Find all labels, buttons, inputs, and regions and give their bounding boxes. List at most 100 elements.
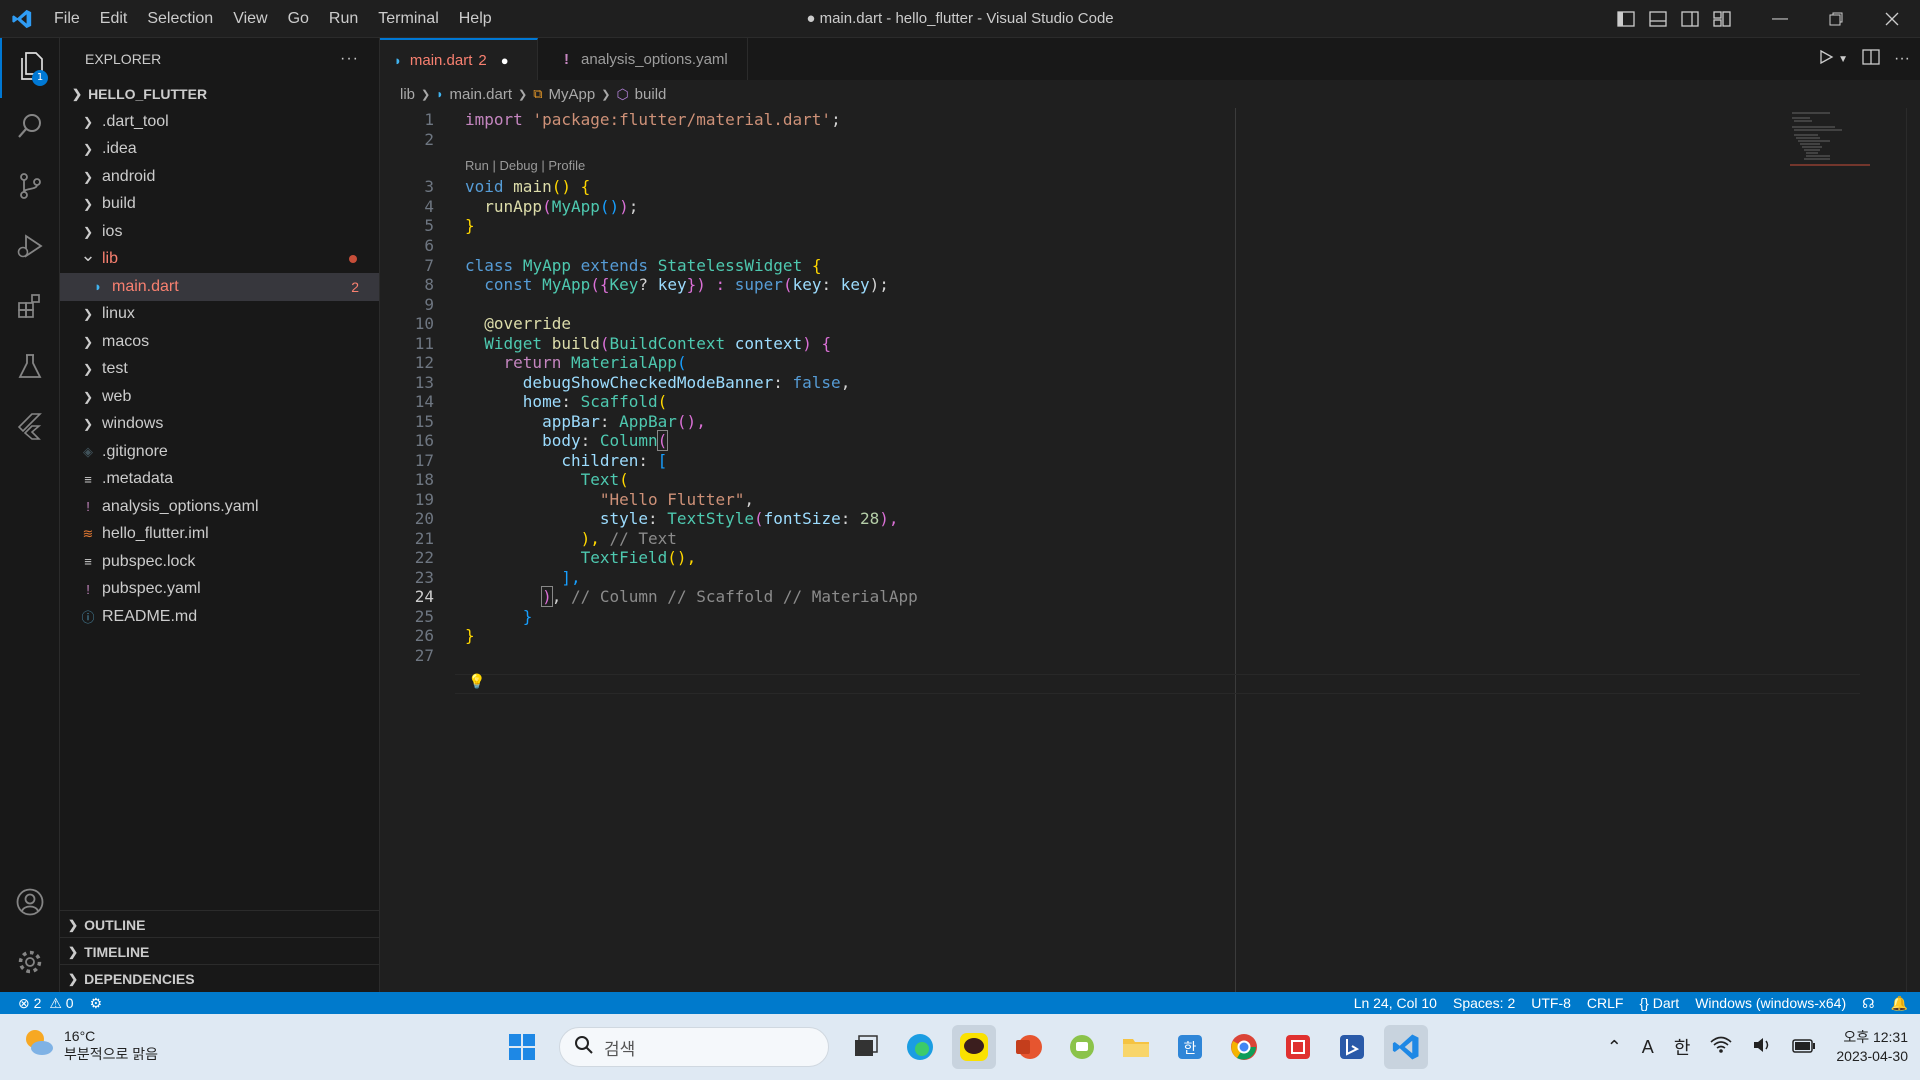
- vscode-taskbar-icon[interactable]: [1384, 1025, 1428, 1069]
- hangul-word-icon[interactable]: 한: [1168, 1025, 1212, 1069]
- tree-item[interactable]: ! analysis_options.yaml: [60, 493, 379, 521]
- kakaotalk-icon[interactable]: [952, 1025, 996, 1069]
- end-of-line[interactable]: CRLF: [1579, 995, 1632, 1011]
- encoding[interactable]: UTF-8: [1523, 995, 1579, 1011]
- manage-activity[interactable]: [0, 934, 60, 994]
- menu-go[interactable]: Go: [278, 0, 319, 38]
- run-debug-activity[interactable]: [0, 218, 60, 278]
- tree-item[interactable]: ❯ web: [60, 383, 379, 411]
- flutter-device[interactable]: Windows (windows-x64): [1687, 995, 1854, 1011]
- toggle-panel-icon[interactable]: [1642, 0, 1674, 38]
- tree-item[interactable]: ≡ .metadata: [60, 466, 379, 494]
- function-name: build: [551, 334, 600, 353]
- menu-help[interactable]: Help: [449, 0, 502, 38]
- tree-item[interactable]: ❯ macos: [60, 328, 379, 356]
- weather-widget[interactable]: 16°C 부분적으로 맑음: [22, 1026, 158, 1063]
- menu-run[interactable]: Run: [319, 0, 368, 38]
- menu-edit[interactable]: Edit: [90, 0, 138, 38]
- explorer-more-button[interactable]: ···: [340, 50, 359, 68]
- dependencies-section[interactable]: ❯ DEPENDENCIES: [60, 964, 380, 992]
- tree-item[interactable]: ◗ main.dart 2: [60, 273, 379, 301]
- bing-icon[interactable]: [1330, 1025, 1374, 1069]
- wifi-icon[interactable]: [1710, 1036, 1732, 1059]
- split-editor-icon[interactable]: [1862, 48, 1880, 70]
- minimap[interactable]: [1790, 110, 1870, 170]
- toggle-primary-sidebar-icon[interactable]: [1610, 0, 1642, 38]
- restore-button[interactable]: [1808, 0, 1864, 38]
- breadcrumb-main-dart[interactable]: main.dart: [449, 86, 512, 103]
- more-actions-icon[interactable]: ···: [1894, 50, 1910, 68]
- capture-tool-icon[interactable]: [1276, 1025, 1320, 1069]
- breadcrumb-lib[interactable]: lib: [400, 86, 415, 103]
- tree-item[interactable]: ≋ hello_flutter.iml: [60, 521, 379, 549]
- tree-item[interactable]: ≡ pubspec.lock: [60, 548, 379, 576]
- explorer-activity[interactable]: 1: [0, 38, 60, 98]
- cursor-position[interactable]: Ln 24, Col 10: [1346, 995, 1445, 1011]
- tree-item[interactable]: ❯ windows: [60, 411, 379, 439]
- input-language[interactable]: 한: [1674, 1034, 1691, 1060]
- breadcrumb-myapp[interactable]: MyApp: [549, 86, 596, 103]
- tree-item[interactable]: ❯ .dart_tool: [60, 108, 379, 136]
- tree-item[interactable]: ❯ .idea: [60, 136, 379, 164]
- timeline-section[interactable]: ❯ TIMELINE: [60, 937, 380, 965]
- lightbulb-icon[interactable]: 💡: [468, 674, 485, 690]
- edge-browser-icon[interactable]: [898, 1025, 942, 1069]
- run-icon[interactable]: [1818, 49, 1834, 70]
- extensions-activity[interactable]: [0, 278, 60, 338]
- variable: debugShowCheckedModeBanner: [522, 373, 774, 392]
- variable: children: [561, 451, 639, 470]
- extensions-icon: [16, 292, 44, 324]
- tree-item[interactable]: ⌄ lib: [60, 245, 379, 274]
- volume-icon[interactable]: [1752, 1036, 1772, 1059]
- menu-terminal[interactable]: Terminal: [368, 0, 448, 38]
- menu-selection[interactable]: Selection: [137, 0, 223, 38]
- close-button[interactable]: [1864, 0, 1920, 38]
- testing-activity[interactable]: [0, 338, 60, 398]
- source-control-activity[interactable]: [0, 158, 60, 218]
- tree-item[interactable]: ❯ android: [60, 163, 379, 191]
- flutter-activity[interactable]: [0, 398, 60, 458]
- tree-item[interactable]: ◈ .gitignore: [60, 438, 379, 466]
- line-app-icon[interactable]: [1060, 1025, 1104, 1069]
- chrome-browser-icon[interactable]: [1222, 1025, 1266, 1069]
- punct: ,: [744, 490, 754, 509]
- search-activity[interactable]: [0, 98, 60, 158]
- notifications-bell-icon[interactable]: 🔔: [1883, 995, 1920, 1012]
- task-view-icon[interactable]: [844, 1025, 888, 1069]
- workspace-root[interactable]: ❯ HELLO_FLUTTER: [60, 80, 379, 108]
- toggle-secondary-sidebar-icon[interactable]: [1674, 0, 1706, 38]
- taskbar-search[interactable]: 검색: [559, 1027, 829, 1067]
- tab-analysis-options[interactable]: ! analysis_options.yaml: [538, 38, 748, 80]
- modified-dot-icon[interactable]: ●: [501, 53, 509, 68]
- chevron-down-icon[interactable]: ▼: [1838, 54, 1848, 65]
- tree-item[interactable]: ⓘ README.md: [60, 603, 379, 631]
- vertical-scrollbar[interactable]: [1906, 108, 1920, 992]
- menu-view[interactable]: View: [223, 0, 277, 38]
- tree-item[interactable]: ❯ test: [60, 356, 379, 384]
- tree-item[interactable]: ! pubspec.yaml: [60, 576, 379, 604]
- language-mode[interactable]: {} Dart: [1631, 995, 1687, 1011]
- tree-item[interactable]: ❯ linux: [60, 301, 379, 329]
- feedback-icon[interactable]: ☊: [1854, 995, 1882, 1012]
- indentation[interactable]: Spaces: 2: [1445, 995, 1523, 1011]
- code-editor[interactable]: 1 2 3 4 5 6 7 8 9 10 11 12 13 14 15 16 17 18 19 20 21 22 23 24 2…: [380, 108, 1920, 992]
- file-explorer-icon[interactable]: [1114, 1025, 1158, 1069]
- accounts-activity[interactable]: [0, 874, 60, 934]
- tab-main-dart[interactable]: ◗ main.dart 2 ●: [380, 38, 538, 80]
- input-mode-a[interactable]: A: [1642, 1037, 1654, 1058]
- battery-icon[interactable]: [1792, 1037, 1816, 1058]
- chevron-up-icon[interactable]: ⌃: [1607, 1037, 1622, 1058]
- menu-file[interactable]: File: [44, 0, 90, 38]
- breadcrumb-build[interactable]: build: [635, 86, 667, 103]
- customize-layout-icon[interactable]: [1706, 0, 1738, 38]
- remote-icon[interactable]: ⚙: [82, 995, 111, 1012]
- outline-section[interactable]: ❯ OUTLINE: [60, 910, 380, 938]
- tree-item[interactable]: ❯ ios: [60, 218, 379, 246]
- powerpoint-icon[interactable]: [1006, 1025, 1050, 1069]
- system-clock[interactable]: 오후 12:31 2023-04-30: [1836, 1028, 1908, 1066]
- tree-item[interactable]: ❯ build: [60, 191, 379, 219]
- start-button[interactable]: [500, 1025, 544, 1069]
- codelens-run-debug-profile[interactable]: Run | Debug | Profile: [465, 158, 585, 173]
- minimize-button[interactable]: —: [1752, 0, 1808, 38]
- problems-indicator[interactable]: ⊗ 2 ⚠ 0: [0, 995, 82, 1012]
